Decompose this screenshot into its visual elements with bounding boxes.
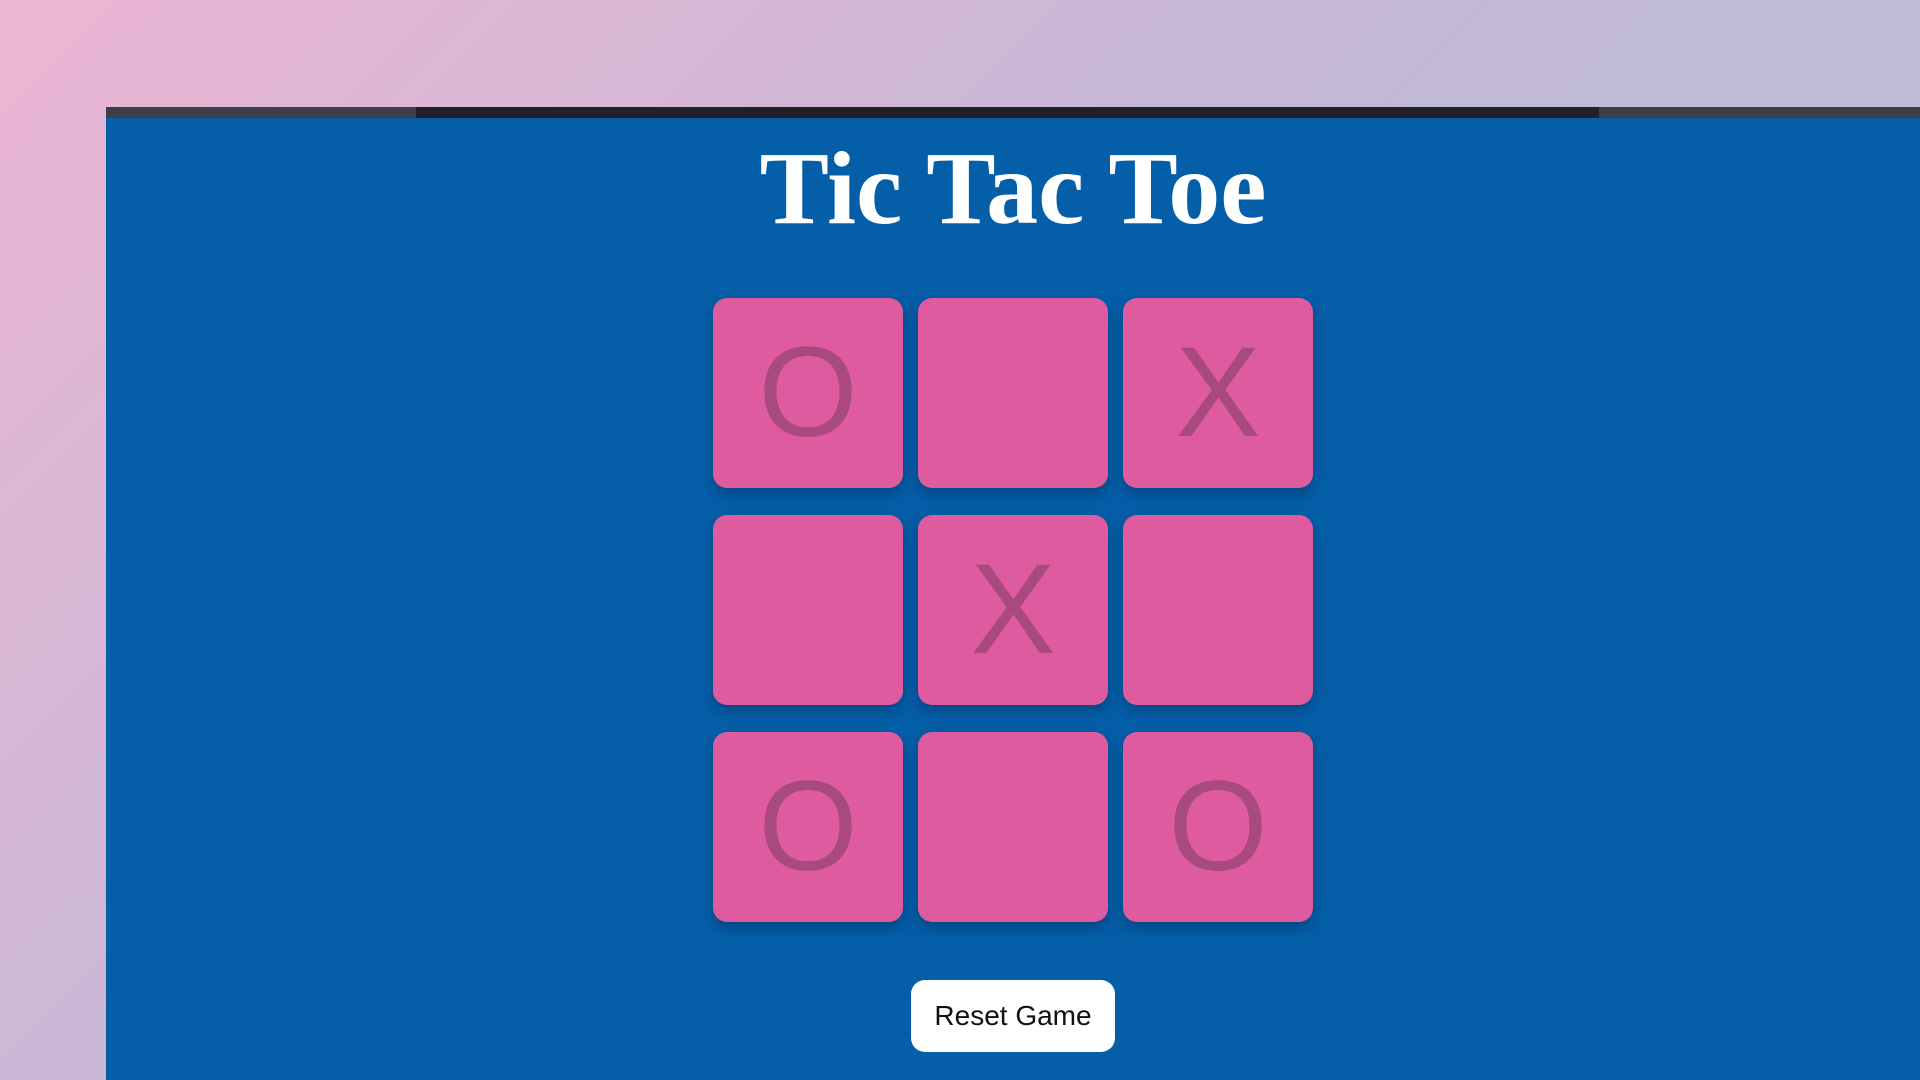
cell-mark: X [970,538,1056,681]
page-title: Tic Tac Toe [759,131,1267,246]
board-cell-0-0[interactable]: O [713,298,903,488]
browser-window: Tic Tac Toe O X X O O Reset Game [106,107,1920,1080]
window-top-bar-center [416,107,1599,118]
cell-mark: O [758,755,858,898]
game-board: O X X O O [713,298,1314,922]
cell-mark: O [1168,755,1268,898]
board-cell-1-0[interactable] [713,515,903,705]
board-cell-2-0[interactable]: O [713,732,903,922]
cell-mark: X [1175,321,1261,464]
board-cell-2-1[interactable] [918,732,1108,922]
board-cell-0-1[interactable] [918,298,1108,488]
cell-mark: O [758,321,858,464]
board-cell-1-1[interactable]: X [918,515,1108,705]
board-cell-2-2[interactable]: O [1123,732,1313,922]
reset-game-button[interactable]: Reset Game [911,980,1115,1052]
board-cell-0-2[interactable]: X [1123,298,1313,488]
board-cell-1-2[interactable] [1123,515,1313,705]
window-top-bar [106,107,1920,118]
